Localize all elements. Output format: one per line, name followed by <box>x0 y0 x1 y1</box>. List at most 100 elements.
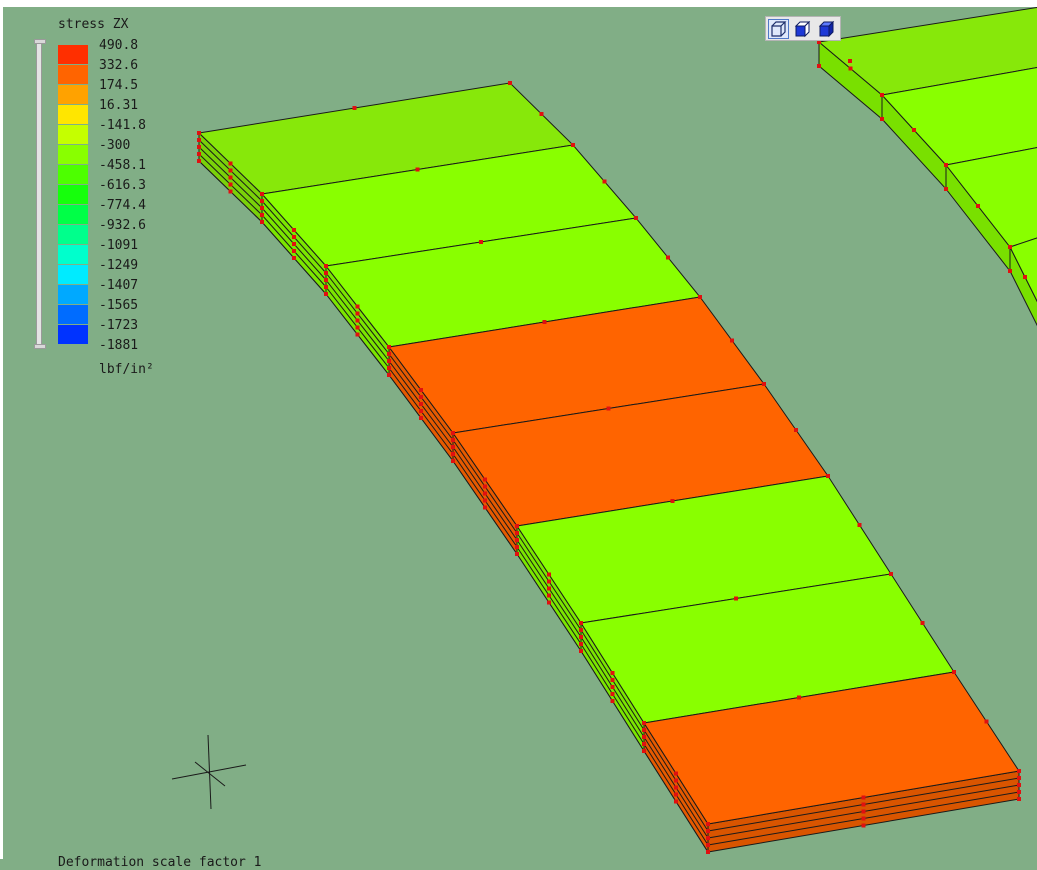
node-marker <box>730 338 734 343</box>
node-marker <box>817 64 821 68</box>
node-marker <box>260 220 264 224</box>
node-marker <box>547 579 551 584</box>
node-marker <box>451 431 455 435</box>
node-marker <box>292 228 296 232</box>
legend-label: 16.31 <box>99 98 139 113</box>
node-marker <box>547 586 551 591</box>
node-marker <box>387 373 391 377</box>
node-marker <box>1017 797 1021 801</box>
node-marker <box>260 213 264 217</box>
node-marker <box>1023 275 1027 279</box>
node-marker <box>666 255 670 260</box>
wireframe-cube-icon <box>771 20 787 37</box>
legend-label-min: -1881 <box>99 338 139 353</box>
node-marker <box>197 131 201 135</box>
node-marker <box>355 332 360 337</box>
legend-swatch <box>58 45 88 64</box>
node-marker <box>483 477 487 482</box>
node-marker <box>451 459 455 463</box>
node-marker <box>706 822 710 826</box>
node-marker <box>292 242 296 246</box>
node-marker <box>579 649 583 653</box>
node-marker <box>642 728 646 732</box>
deformation-scale-text: Deformation scale factor 1 <box>58 855 262 870</box>
node-marker <box>355 311 360 316</box>
wireframe-view-button[interactable] <box>768 19 789 39</box>
node-marker <box>539 112 544 116</box>
node-marker <box>670 499 675 503</box>
node-marker <box>419 395 423 399</box>
node-marker <box>826 474 830 478</box>
node-marker <box>579 635 583 639</box>
node-marker <box>324 264 328 268</box>
node-marker <box>228 168 233 173</box>
node-marker <box>861 816 866 821</box>
node-marker <box>547 600 551 605</box>
node-marker <box>324 271 328 275</box>
node-marker <box>848 66 853 71</box>
shaded-view-button[interactable] <box>792 19 813 39</box>
node-marker <box>515 531 519 535</box>
node-marker <box>606 406 611 411</box>
legend-swatch <box>58 165 88 184</box>
slider-bottom-handle[interactable] <box>34 344 46 349</box>
node-marker <box>976 204 980 208</box>
node-marker <box>610 685 615 689</box>
legend-swatch <box>58 145 88 164</box>
node-marker <box>1017 776 1021 780</box>
legend-range-slider[interactable] <box>36 39 42 349</box>
node-marker <box>228 189 233 194</box>
node-marker <box>483 498 487 503</box>
legend-swatch <box>58 65 88 84</box>
node-marker <box>944 163 948 167</box>
legend-swatch <box>58 105 88 124</box>
node-marker <box>706 836 710 840</box>
legend-label: -1407 <box>99 278 139 293</box>
beam-model-scene[interactable] <box>3 7 1037 866</box>
node-marker <box>861 823 866 828</box>
node-marker <box>197 159 201 163</box>
slider-top-handle[interactable] <box>34 39 46 44</box>
node-marker <box>228 182 233 187</box>
node-marker <box>515 524 519 528</box>
node-marker <box>797 695 801 700</box>
node-marker <box>706 850 710 854</box>
legend-swatch <box>58 245 88 264</box>
node-marker <box>642 749 646 753</box>
node-marker <box>857 523 862 527</box>
node-marker <box>880 117 884 121</box>
node-marker <box>228 161 233 166</box>
node-marker <box>984 719 989 724</box>
node-marker <box>387 359 391 363</box>
node-marker <box>355 318 360 323</box>
node-marker <box>952 670 956 674</box>
legend-swatch <box>58 325 88 344</box>
node-marker <box>706 843 710 847</box>
node-marker <box>515 538 519 542</box>
beam-model <box>197 81 1021 854</box>
axis-triad-icon <box>171 734 247 810</box>
legend-swatch <box>58 305 88 324</box>
node-marker <box>889 572 893 576</box>
node-marker <box>324 278 328 282</box>
node-marker <box>260 206 264 210</box>
legend-label: -1249 <box>99 258 139 273</box>
legend-swatch <box>58 225 88 244</box>
node-marker <box>848 59 852 63</box>
node-marker <box>483 484 487 489</box>
legend-label: -616.3 <box>99 178 146 193</box>
node-marker <box>880 93 884 97</box>
legend-label: -1723 <box>99 318 139 333</box>
node-marker <box>197 152 201 156</box>
node-marker <box>674 792 678 797</box>
node-marker <box>706 829 710 833</box>
node-marker <box>292 256 296 260</box>
legend-label: -141.8 <box>99 118 146 133</box>
3d-viewport[interactable]: stress ZX 490.8 332.6 174.5 16.31 -141.8 -300… <box>0 0 1037 870</box>
legend-title: stress ZX <box>58 17 129 32</box>
solid-view-button[interactable] <box>816 19 837 39</box>
node-marker <box>1017 790 1021 794</box>
node-marker <box>515 545 519 549</box>
legend-swatch <box>58 265 88 284</box>
node-marker <box>547 593 551 598</box>
